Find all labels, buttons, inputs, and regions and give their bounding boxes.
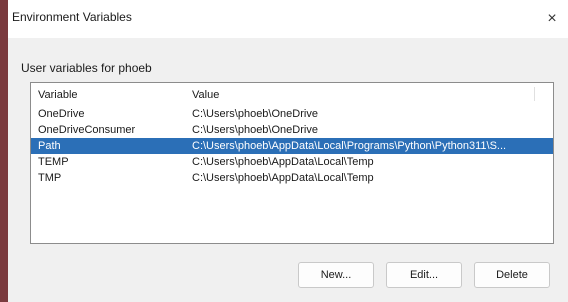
variable-value: C:\Users\phoeb\OneDrive (192, 124, 318, 136)
variable-name: TEMP (38, 156, 69, 168)
variable-name: OneDriveConsumer (38, 124, 136, 136)
window-title: Environment Variables (12, 10, 132, 24)
user-variables-label: User variables for phoeb (21, 61, 152, 75)
list-header: Variable Value (31, 83, 553, 105)
title-bar[interactable]: Environment Variables × (8, 0, 568, 38)
table-row[interactable]: TMP C:\Users\phoeb\AppData\Local\Temp (31, 170, 553, 186)
variable-value: C:\Users\phoeb\AppData\Local\Temp (192, 172, 374, 184)
close-button[interactable]: × (536, 0, 568, 38)
environment-variables-dialog: Environment Variables × User variables f… (8, 0, 568, 302)
variable-value: C:\Users\phoeb\OneDrive (192, 108, 318, 120)
close-icon: × (547, 10, 557, 27)
variable-name: Path (38, 140, 61, 152)
new-button[interactable]: New... (298, 262, 374, 288)
background-window-edge (0, 0, 8, 302)
variable-value: C:\Users\phoeb\AppData\Local\Temp (192, 156, 374, 168)
table-row-selected[interactable]: Path C:\Users\phoeb\AppData\Local\Progra… (31, 138, 553, 154)
user-variables-list[interactable]: Variable Value OneDrive C:\Users\phoeb\O… (30, 82, 554, 244)
variable-name: OneDrive (38, 108, 85, 120)
table-row[interactable]: OneDriveConsumer C:\Users\phoeb\OneDrive (31, 122, 553, 138)
column-header-variable[interactable]: Variable (38, 89, 78, 101)
edit-button[interactable]: Edit... (386, 262, 462, 288)
table-row[interactable]: OneDrive C:\Users\phoeb\OneDrive (31, 106, 553, 122)
table-row[interactable]: TEMP C:\Users\phoeb\AppData\Local\Temp (31, 154, 553, 170)
delete-button[interactable]: Delete (474, 262, 550, 288)
column-header-value[interactable]: Value (192, 89, 219, 101)
variable-value: C:\Users\phoeb\AppData\Local\Programs\Py… (192, 140, 507, 152)
column-divider[interactable] (534, 87, 535, 101)
variable-name: TMP (38, 172, 62, 184)
